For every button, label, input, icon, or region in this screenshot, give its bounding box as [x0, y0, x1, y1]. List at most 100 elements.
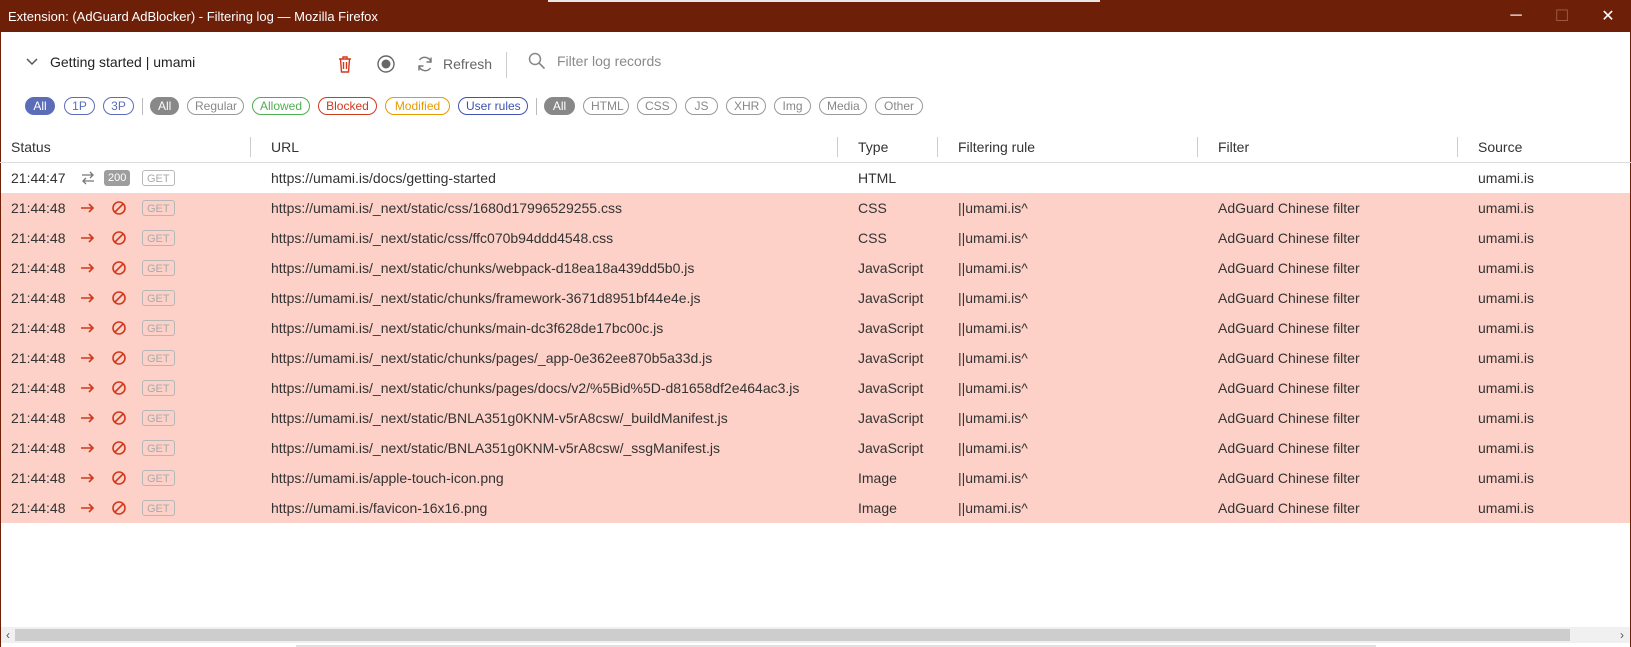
column-resize-handle[interactable]	[1197, 137, 1198, 157]
row-source: umami.is	[1478, 290, 1535, 306]
table-row[interactable]: 21:44:48 GET https://umami.is/_next/static…	[1, 373, 1630, 403]
filter-party-1p[interactable]: 1P	[64, 97, 95, 115]
column-resize-handle[interactable]	[250, 137, 251, 157]
scrollbar-thumb[interactable]	[15, 629, 1570, 641]
method-badge: GET	[142, 410, 175, 426]
column-resize-handle[interactable]	[837, 137, 838, 157]
row-time: 21:44:48	[11, 230, 66, 246]
row-rule: ||umami.is^	[958, 440, 1028, 456]
table-row[interactable]: 21:44:48 GET https://umami.is/_next/static…	[1, 283, 1630, 313]
row-url: https://umami.is/_next/static/css/ffc070…	[271, 230, 614, 246]
row-type: CSS	[858, 230, 887, 246]
row-source: umami.is	[1478, 170, 1535, 186]
blocked-icon	[111, 260, 127, 276]
filter-type-other[interactable]: Other	[875, 97, 923, 115]
row-rule: ||umami.is^	[958, 200, 1028, 216]
row-time: 21:44:48	[11, 260, 66, 276]
filter-type-media[interactable]: Media	[819, 97, 867, 115]
arrow-right-icon	[80, 260, 96, 276]
filter-type-html[interactable]: HTML	[583, 97, 629, 115]
row-source: umami.is	[1478, 200, 1535, 216]
table-row[interactable]: 21:44:48 GET https://umami.is/_next/static…	[1, 313, 1630, 343]
table-row[interactable]: 21:44:48 GET https://umami.is/apple-touch-…	[1, 463, 1630, 493]
column-filter[interactable]: Filter	[1218, 139, 1249, 155]
filter-event-blocked[interactable]: Blocked	[318, 97, 377, 115]
column-url[interactable]: URL	[271, 139, 299, 155]
row-filter: AdGuard Chinese filter	[1218, 410, 1360, 426]
row-time: 21:44:47	[11, 170, 66, 186]
refresh-button[interactable]: Refresh	[416, 52, 492, 76]
tab-select[interactable]: Getting started | umami	[24, 54, 195, 70]
arrow-right-icon	[80, 200, 96, 216]
horizontal-scrollbar[interactable]: ‹ ›	[1, 627, 1630, 643]
table-row[interactable]: 21:44:48 GET https://umami.is/_next/static…	[1, 193, 1630, 223]
maximize-button[interactable]: ☐	[1539, 0, 1585, 32]
table-row[interactable]: 21:44:48 GET https://umami.is/_next/static…	[1, 343, 1630, 373]
table-row[interactable]: 21:44:48 GET https://umami.is/_next/static…	[1, 433, 1630, 463]
table-row[interactable]: 21:44:47 200 GET https://umami.is/docs/gett…	[1, 163, 1630, 193]
column-resize-handle[interactable]	[937, 137, 938, 157]
search-input[interactable]: Filter log records	[528, 52, 661, 70]
filter-event-allowed[interactable]: Allowed	[252, 97, 310, 115]
arrow-right-icon	[80, 380, 96, 396]
scroll-right-icon[interactable]: ›	[1616, 628, 1628, 642]
filter-divider	[142, 98, 143, 115]
row-source: umami.is	[1478, 320, 1535, 336]
filter-event-user-rules[interactable]: User rules	[458, 97, 528, 115]
blocked-icon	[111, 470, 127, 486]
row-filter: AdGuard Chinese filter	[1218, 320, 1360, 336]
row-filter: AdGuard Chinese filter	[1218, 260, 1360, 276]
close-button[interactable]: ✕	[1585, 0, 1631, 32]
row-url: https://umami.is/favicon-16x16.png	[271, 500, 488, 516]
row-type: JavaScript	[858, 410, 924, 426]
row-url: https://umami.is/_next/static/chunks/fra…	[271, 290, 701, 306]
row-time: 21:44:48	[11, 500, 66, 516]
status-code-badge: 200	[104, 170, 131, 186]
blocked-icon	[111, 500, 127, 516]
filter-party-all[interactable]: All	[25, 97, 55, 115]
blocked-icon	[111, 290, 127, 306]
row-filter: AdGuard Chinese filter	[1218, 350, 1360, 366]
window-title: Extension: (AdGuard AdBlocker) - Filteri…	[8, 9, 378, 24]
filter-type-xhr[interactable]: XHR	[726, 97, 766, 115]
row-rule: ||umami.is^	[958, 410, 1028, 426]
filter-event-all[interactable]: All	[150, 97, 179, 115]
filter-type-js[interactable]: JS	[685, 97, 718, 115]
row-filter: AdGuard Chinese filter	[1218, 290, 1360, 306]
log-toolbar: Getting started | umami Refresh	[0, 32, 1631, 98]
row-url: https://umami.is/apple-touch-icon.png	[271, 470, 504, 486]
column-type[interactable]: Type	[858, 139, 888, 155]
row-rule: ||umami.is^	[958, 380, 1028, 396]
arrow-right-icon	[80, 440, 96, 456]
table-row[interactable]: 21:44:48 GET https://umami.is/_next/static…	[1, 223, 1630, 253]
filter-type-img[interactable]: Img	[774, 97, 811, 115]
blocked-icon	[111, 440, 127, 456]
table-header: Status URL Type Filtering rule Filter So…	[0, 132, 1631, 163]
method-badge: GET	[142, 440, 175, 456]
blocked-icon	[111, 320, 127, 336]
column-filtering-rule[interactable]: Filtering rule	[958, 139, 1035, 155]
scroll-left-icon[interactable]: ‹	[2, 628, 14, 642]
filter-event-regular[interactable]: Regular	[187, 97, 244, 115]
blocked-icon	[111, 350, 127, 366]
filter-type-css[interactable]: CSS	[637, 97, 677, 115]
table-row[interactable]: 21:44:48 GET https://umami.is/_next/static…	[1, 403, 1630, 433]
arrow-right-icon	[80, 230, 96, 246]
filter-event-modified[interactable]: Modified	[385, 97, 450, 115]
filter-type-all[interactable]: All	[544, 97, 575, 115]
filter-party-3p[interactable]: 3P	[103, 97, 134, 115]
column-status[interactable]: Status	[11, 139, 51, 155]
column-source[interactable]: Source	[1478, 139, 1522, 155]
filter-divider	[536, 98, 537, 115]
blocked-icon	[111, 380, 127, 396]
table-row[interactable]: 21:44:48 GET https://umami.is/favicon-16x1…	[1, 493, 1630, 523]
row-time: 21:44:48	[11, 380, 66, 396]
minimize-button[interactable]: ─	[1493, 0, 1539, 32]
record-button[interactable]	[376, 52, 396, 76]
row-filter: AdGuard Chinese filter	[1218, 500, 1360, 516]
row-url: https://umami.is/_next/static/BNLA351g0K…	[271, 410, 728, 426]
table-row[interactable]: 21:44:48 GET https://umami.is/_next/static…	[1, 253, 1630, 283]
clear-log-button[interactable]	[338, 52, 352, 76]
column-resize-handle[interactable]	[1457, 137, 1458, 157]
row-time: 21:44:48	[11, 410, 66, 426]
